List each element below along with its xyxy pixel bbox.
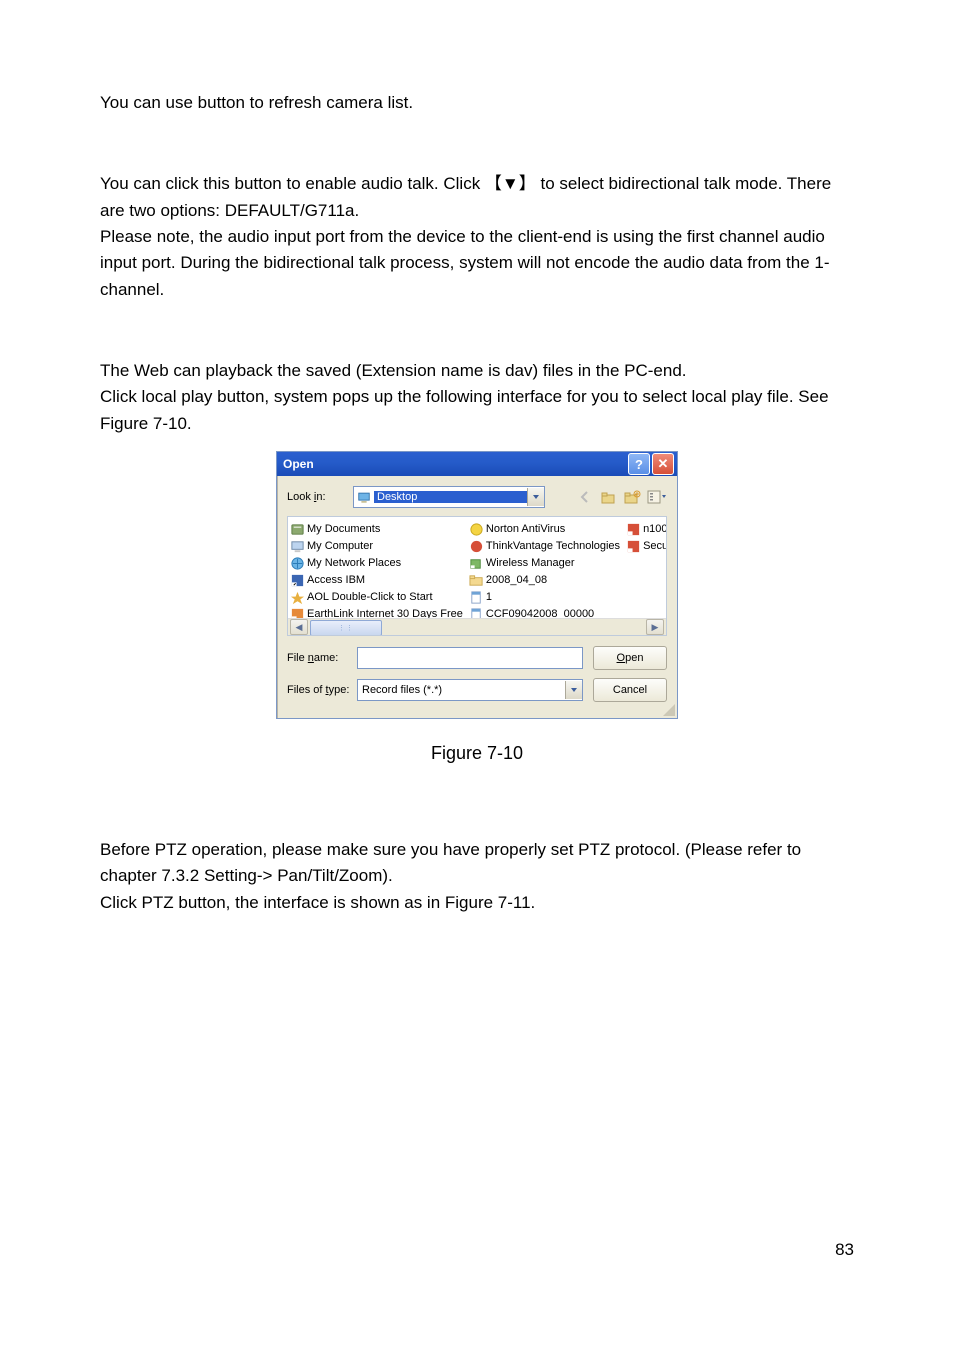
shortcut-icon: [469, 556, 484, 571]
list-item[interactable]: AOL Double-Click to Start: [290, 589, 463, 605]
filename-label: File name:: [287, 652, 357, 664]
filetype-row: Files of type: Record files (*.*) Cancel: [287, 678, 667, 702]
shortcut-icon: [626, 539, 641, 554]
list-item[interactable]: Wireless Manager: [469, 555, 620, 571]
app-icon: [469, 522, 484, 537]
shortcut-icon: [290, 573, 305, 588]
scroll-right-button[interactable]: ▶: [646, 619, 664, 635]
form-rows: File name: Open Files of type: Record fi…: [287, 646, 667, 702]
cancel-button[interactable]: Cancel: [593, 678, 667, 702]
lookin-value: Desktop: [374, 491, 527, 503]
file-list-area[interactable]: My Documents My Computer My Network Plac…: [287, 516, 667, 636]
close-button[interactable]: ✕: [652, 453, 674, 475]
paragraph-audio-2: Please note, the audio input port from t…: [100, 224, 854, 303]
horizontal-scrollbar[interactable]: ◀ ⋮⋮ ▶: [288, 618, 666, 635]
filetype-select[interactable]: Record files (*.*): [357, 679, 583, 701]
paragraph-audio-1: You can click this button to enable audi…: [100, 171, 854, 224]
list-item[interactable]: 2008_04_08: [469, 572, 620, 588]
lookin-row: Look in: Desktop: [287, 486, 667, 508]
folder-icon: [290, 522, 305, 537]
dialog-title: Open: [283, 457, 626, 471]
lookin-label: Look in:: [287, 491, 353, 503]
list-item[interactable]: ThinkVantage Technologies: [469, 538, 620, 554]
open-file-dialog: Open ? ✕ Look in: Desktop: [276, 451, 678, 719]
dialog-titlebar: Open ? ✕: [277, 452, 677, 476]
lookin-toolbar: [575, 487, 667, 507]
new-folder-icon[interactable]: [623, 487, 643, 507]
shortcut-icon: [290, 590, 305, 605]
computer-icon: [290, 539, 305, 554]
list-item[interactable]: My Computer: [290, 538, 463, 554]
view-menu-icon[interactable]: [647, 487, 667, 507]
list-item[interactable]: Secu: [626, 538, 667, 554]
up-level-icon[interactable]: [599, 487, 619, 507]
filetype-label: Files of type:: [287, 684, 357, 696]
resize-grip[interactable]: [663, 704, 675, 716]
folder-icon: [469, 573, 484, 588]
paragraph-ptz-1: Before PTZ operation, please make sure y…: [100, 837, 854, 890]
paragraph-local-1: The Web can playback the saved (Extensio…: [100, 358, 854, 384]
back-icon[interactable]: [575, 487, 595, 507]
list-item[interactable]: n100: [626, 521, 667, 537]
list-item[interactable]: Norton AntiVirus: [469, 521, 620, 537]
scroll-left-button[interactable]: ◀: [290, 619, 308, 635]
lookin-select[interactable]: Desktop: [353, 486, 545, 508]
app-icon: [469, 539, 484, 554]
network-icon: [290, 556, 305, 571]
body-text-block: You can use button to refresh camera lis…: [100, 90, 854, 437]
scroll-track[interactable]: ⋮⋮: [310, 620, 644, 634]
figure-caption: Figure 7-10: [431, 743, 523, 764]
desktop-icon: [357, 490, 371, 504]
body-text-block-2: Before PTZ operation, please make sure y…: [100, 837, 854, 916]
paragraph-ptz-2: Click PTZ button, the interface is shown…: [100, 890, 854, 916]
shortcut-icon: [626, 522, 641, 537]
list-item[interactable]: My Documents: [290, 521, 463, 537]
figure-wrapper: Open ? ✕ Look in: Desktop: [100, 437, 854, 764]
file-icon: [469, 590, 484, 605]
dialog-body: Look in: Desktop: [277, 476, 677, 718]
list-item[interactable]: 1: [469, 589, 620, 605]
dropdown-arrow-icon[interactable]: [527, 488, 544, 506]
scroll-thumb[interactable]: ⋮⋮: [310, 620, 382, 636]
help-button[interactable]: ?: [628, 453, 650, 475]
filename-input[interactable]: [357, 647, 583, 669]
paragraph-refresh: You can use button to refresh camera lis…: [100, 90, 854, 116]
list-item[interactable]: My Network Places: [290, 555, 463, 571]
list-item[interactable]: Access IBM: [290, 572, 463, 588]
open-button[interactable]: Open: [593, 646, 667, 670]
paragraph-local-2: Click local play button, system pops up …: [100, 384, 854, 437]
dropdown-arrow-icon[interactable]: [565, 681, 582, 699]
filename-row: File name: Open: [287, 646, 667, 670]
page-number: 83: [835, 1240, 854, 1260]
